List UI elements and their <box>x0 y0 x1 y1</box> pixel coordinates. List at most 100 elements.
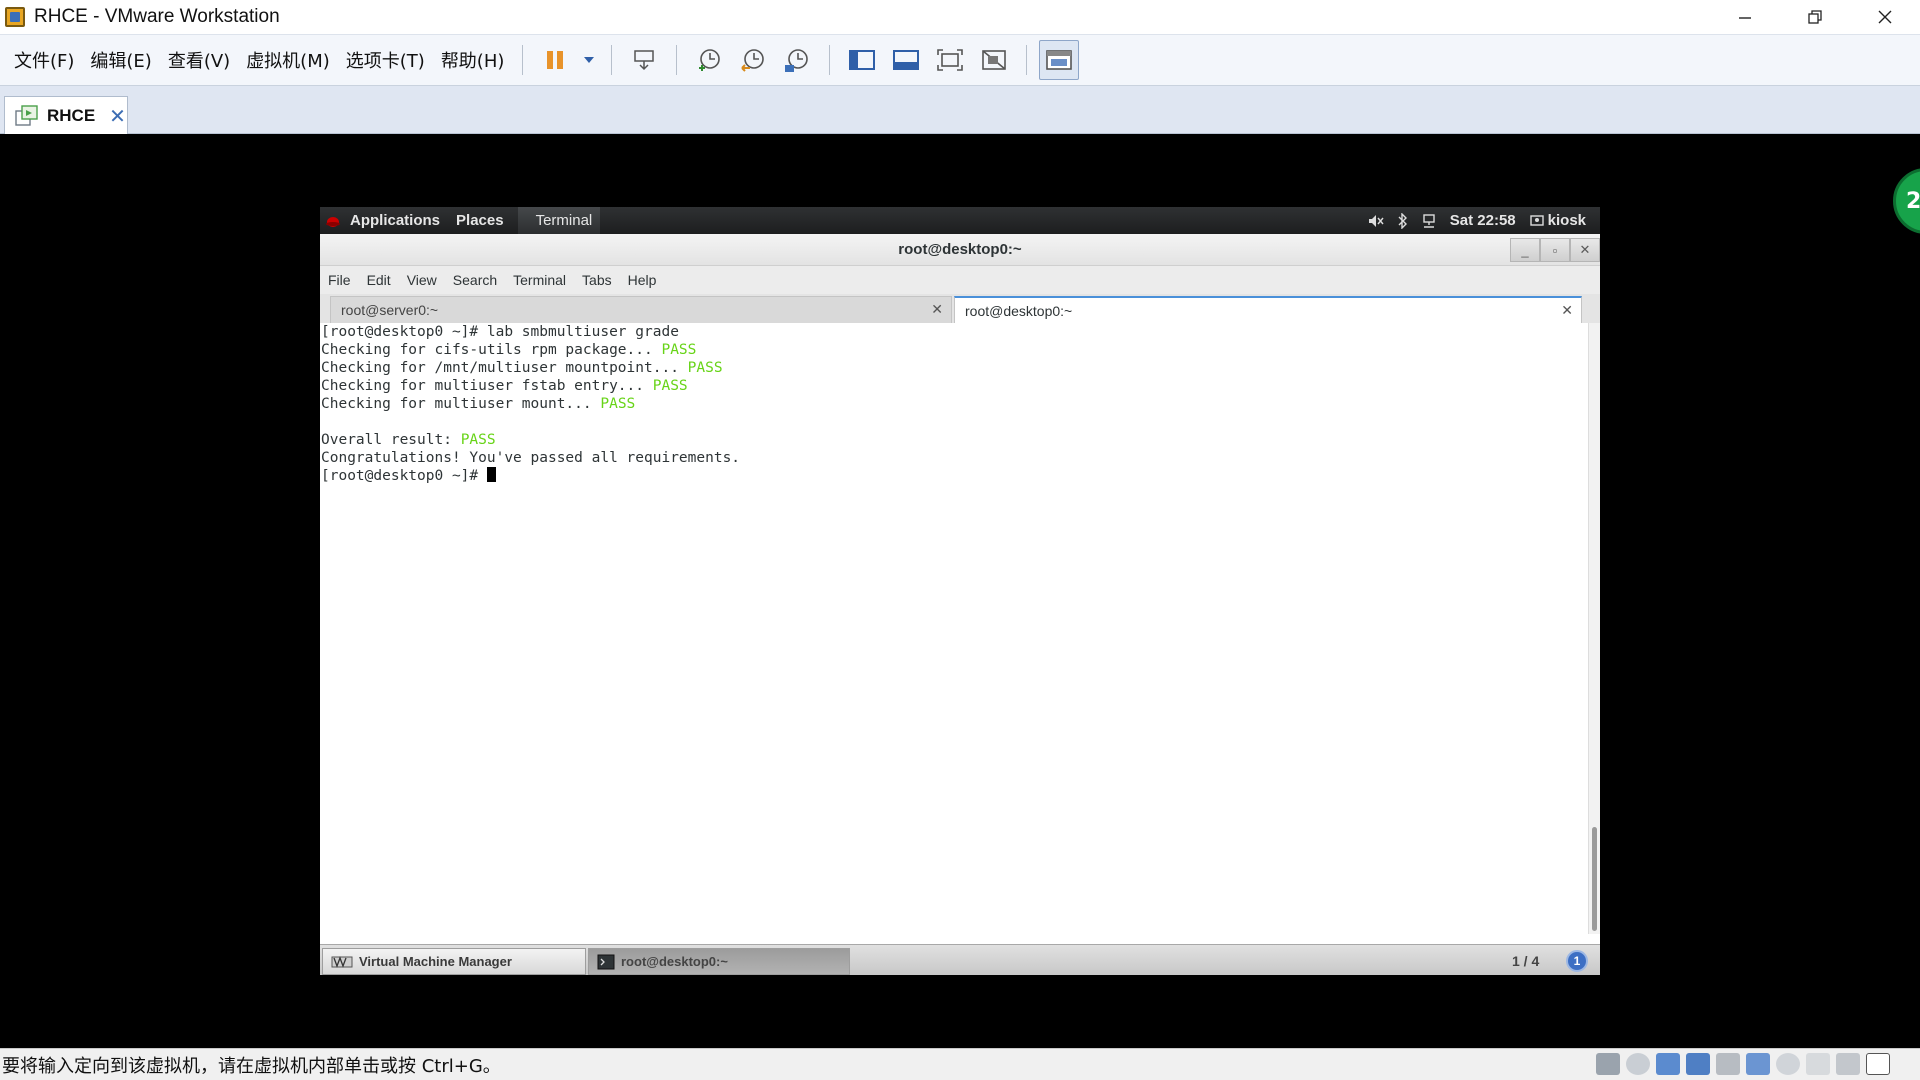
terminal-minimize-button[interactable]: _ <box>1510 238 1540 262</box>
show-thumbnail-bar-button[interactable] <box>886 40 926 80</box>
gnome-top-bar: Applications Places Terminal Sat 22:58 k… <box>320 207 1600 234</box>
network-wired-icon[interactable] <box>1422 213 1436 228</box>
terminal-menu-bar: File Edit View Search Terminal Tabs Help <box>320 266 1600 294</box>
notification-icon[interactable]: 1 <box>1566 950 1588 972</box>
terminal-line: Checking for /mnt/multiuser mountpoint..… <box>321 360 723 376</box>
display-icon[interactable] <box>1806 1053 1830 1075</box>
virt-manager-icon <box>331 955 353 968</box>
minimize-icon <box>1739 17 1751 19</box>
show-library-button[interactable] <box>842 40 882 80</box>
terminal-close-button[interactable]: ✕ <box>1570 238 1600 262</box>
close-icon <box>1878 10 1892 24</box>
network-adapter-2-icon[interactable] <box>1686 1053 1710 1075</box>
terminal-line: Checking for multiuser fstab entry... PA… <box>321 378 688 394</box>
send-ctrl-alt-del-button[interactable] <box>624 40 664 80</box>
floating-counter-badge[interactable]: 2 <box>1893 168 1920 234</box>
terminal-line: Checking for multiuser mount... PASS <box>321 396 636 412</box>
toolbar-separator <box>1026 45 1028 75</box>
terminal-tab-desktop0[interactable]: root@desktop0:~ ✕ <box>954 296 1582 323</box>
fullscreen-icon <box>937 49 964 71</box>
printer-icon[interactable] <box>1716 1053 1740 1075</box>
close-tab-icon[interactable]: ✕ <box>109 104 126 128</box>
taskbar-terminal[interactable]: root@desktop0:~ <box>588 948 850 975</box>
snapshot-revert-button[interactable] <box>733 40 773 80</box>
toolbar-separator <box>676 45 678 75</box>
power-dropdown-button[interactable] <box>579 40 599 80</box>
terminal-icon <box>597 954 615 969</box>
menu-file[interactable]: 文件(F) <box>6 47 82 73</box>
full-screen-button[interactable] <box>930 40 970 80</box>
menu-tabs[interactable]: 选项卡(T) <box>338 47 433 73</box>
network-adapter-icon[interactable] <box>1656 1053 1680 1075</box>
bottom-bar-layout-icon <box>893 50 920 70</box>
chevron-down-icon <box>584 57 595 63</box>
terminal-output[interactable]: [root@desktop0 ~]# lab smbmultiuser grad… <box>320 323 1588 934</box>
workspace-indicator[interactable]: 1 / 4 <box>1512 953 1539 969</box>
volume-muted-icon[interactable] <box>1368 214 1384 228</box>
terminal-prompt-line[interactable]: [root@desktop0 ~]# <box>321 467 1588 485</box>
snapshot-revert-icon <box>741 49 765 72</box>
snapshot-take-button[interactable] <box>689 40 729 80</box>
active-app-terminal[interactable]: Terminal <box>517 207 601 234</box>
usb-icon[interactable] <box>1776 1053 1800 1075</box>
cd-rom-icon[interactable] <box>1626 1053 1650 1075</box>
terminal-title: root@desktop0:~ <box>898 241 1022 258</box>
vm-tab-rhce[interactable]: RHCE ✕ <box>4 96 128 134</box>
snapshot-manager-button[interactable] <box>777 40 817 80</box>
restore-icon <box>1808 10 1822 24</box>
sound-card-icon[interactable] <box>1746 1053 1770 1075</box>
terminal-tab-bar: root@server0:~ ✕ root@desktop0:~ ✕ <box>320 294 1600 323</box>
pause-button[interactable] <box>535 40 575 80</box>
taskbar-item-label: root@desktop0:~ <box>621 954 728 969</box>
toolbar-separator <box>611 45 613 75</box>
terminal-tab-label: root@server0:~ <box>341 302 439 318</box>
taskbar-virtual-machine-manager[interactable]: Virtual Machine Manager <box>322 948 586 975</box>
terminal-line: Overall result: PASS <box>321 432 496 448</box>
menu-vm[interactable]: 虚拟机(M) <box>238 47 338 73</box>
fit-guest-icon[interactable] <box>1866 1053 1890 1075</box>
message-log-icon[interactable] <box>1836 1053 1860 1075</box>
terminal-tab-label: root@desktop0:~ <box>965 302 1073 319</box>
clock[interactable]: Sat 22:58 <box>1450 212 1516 229</box>
restore-button[interactable] <box>1780 0 1850 34</box>
console-view-icon <box>1046 50 1073 70</box>
terminal-title-bar[interactable]: root@desktop0:~ _ ▫ ✕ <box>320 234 1600 266</box>
text-cursor <box>486 467 496 482</box>
terminal-menu-search[interactable]: Search <box>445 272 505 288</box>
applications-menu[interactable]: Applications <box>342 212 448 229</box>
vm-tab-label: RHCE <box>47 105 96 125</box>
menu-edit[interactable]: 编辑(E) <box>82 47 159 73</box>
unity-button[interactable] <box>974 40 1014 80</box>
console-view-button[interactable] <box>1039 40 1080 80</box>
menu-view[interactable]: 查看(V) <box>160 47 238 73</box>
menu-help[interactable]: 帮助(H) <box>433 47 513 73</box>
guest-desktop[interactable]: Applications Places Terminal Sat 22:58 k… <box>320 207 1600 975</box>
terminal-maximize-button[interactable]: ▫ <box>1540 238 1570 262</box>
host-status-bar: 要将输入定向到该虚拟机，请在虚拟机内部单击或按 Ctrl+G。 <box>0 1048 1920 1080</box>
shell-prompt: [root@desktop0 ~]# <box>321 468 487 484</box>
sidebar-layout-icon <box>849 50 876 70</box>
vmware-app-icon <box>5 7 25 27</box>
terminal-menu-help[interactable]: Help <box>620 272 665 288</box>
window-title: RHCE - VMware Workstation <box>34 6 280 27</box>
scrollbar-thumb[interactable] <box>1592 827 1597 931</box>
terminal-scrollbar[interactable] <box>1588 323 1600 934</box>
pause-icon <box>547 51 564 69</box>
terminal-menu-tabs[interactable]: Tabs <box>574 272 620 288</box>
close-tab-icon[interactable]: ✕ <box>931 301 943 318</box>
places-menu[interactable]: Places <box>448 212 512 229</box>
terminal-window[interactable]: root@desktop0:~ _ ▫ ✕ File Edit View Sea… <box>320 234 1600 944</box>
minimize-button[interactable] <box>1710 0 1780 34</box>
bluetooth-icon[interactable] <box>1398 212 1408 229</box>
close-window-button[interactable] <box>1850 0 1920 34</box>
hard-disk-icon[interactable] <box>1596 1053 1620 1075</box>
user-menu[interactable]: kiosk <box>1529 212 1586 229</box>
terminal-tab-server0[interactable]: root@server0:~ ✕ <box>330 296 952 323</box>
terminal-menu-edit[interactable]: Edit <box>359 272 399 288</box>
taskbar-item-label: Virtual Machine Manager <box>359 954 512 969</box>
terminal-menu-view[interactable]: View <box>399 272 445 288</box>
terminal-menu-file[interactable]: File <box>320 272 359 288</box>
close-tab-icon[interactable]: ✕ <box>1561 302 1573 319</box>
terminal-menu-terminal[interactable]: Terminal <box>505 272 574 288</box>
